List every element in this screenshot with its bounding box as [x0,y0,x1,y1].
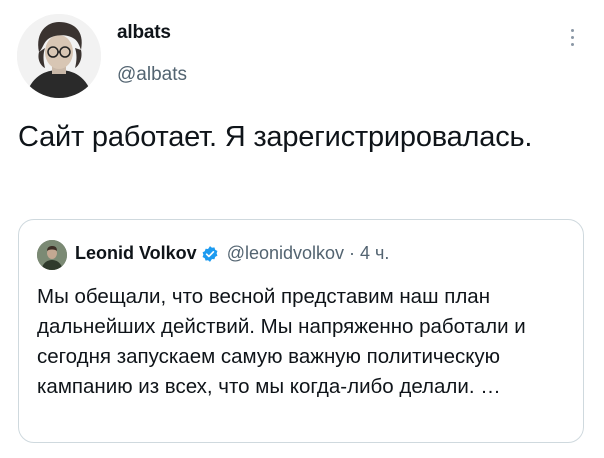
author-avatar[interactable] [17,14,101,98]
quoted-tweet-header: Leonid Volkov @leonidvolkov · 4 ч. [75,243,389,264]
quoted-author-handle[interactable]: @leonidvolkov [227,243,344,264]
dot-separator: · [349,243,356,263]
quoted-author-name[interactable]: Leonid Volkov [75,243,197,264]
more-vertical-icon[interactable] [562,22,582,52]
tweet-text: Сайт работает. Я зарегистрировалась. [18,121,533,153]
verified-badge-icon [201,245,219,263]
quoted-tweet[interactable]: Leonid Volkov @leonidvolkov · 4 ч. Мы об… [18,219,584,443]
quoted-author-avatar[interactable] [37,240,67,270]
author-handle[interactable]: @albats [117,64,187,86]
quoted-tweet-time[interactable]: 4 ч. [360,243,389,264]
quoted-tweet-text: Мы обещали, что весной представим наш пл… [37,285,526,398]
author-name[interactable]: albats [117,22,171,44]
tweet-card: albats @albats Сайт работает. Я зарегист… [0,0,604,458]
